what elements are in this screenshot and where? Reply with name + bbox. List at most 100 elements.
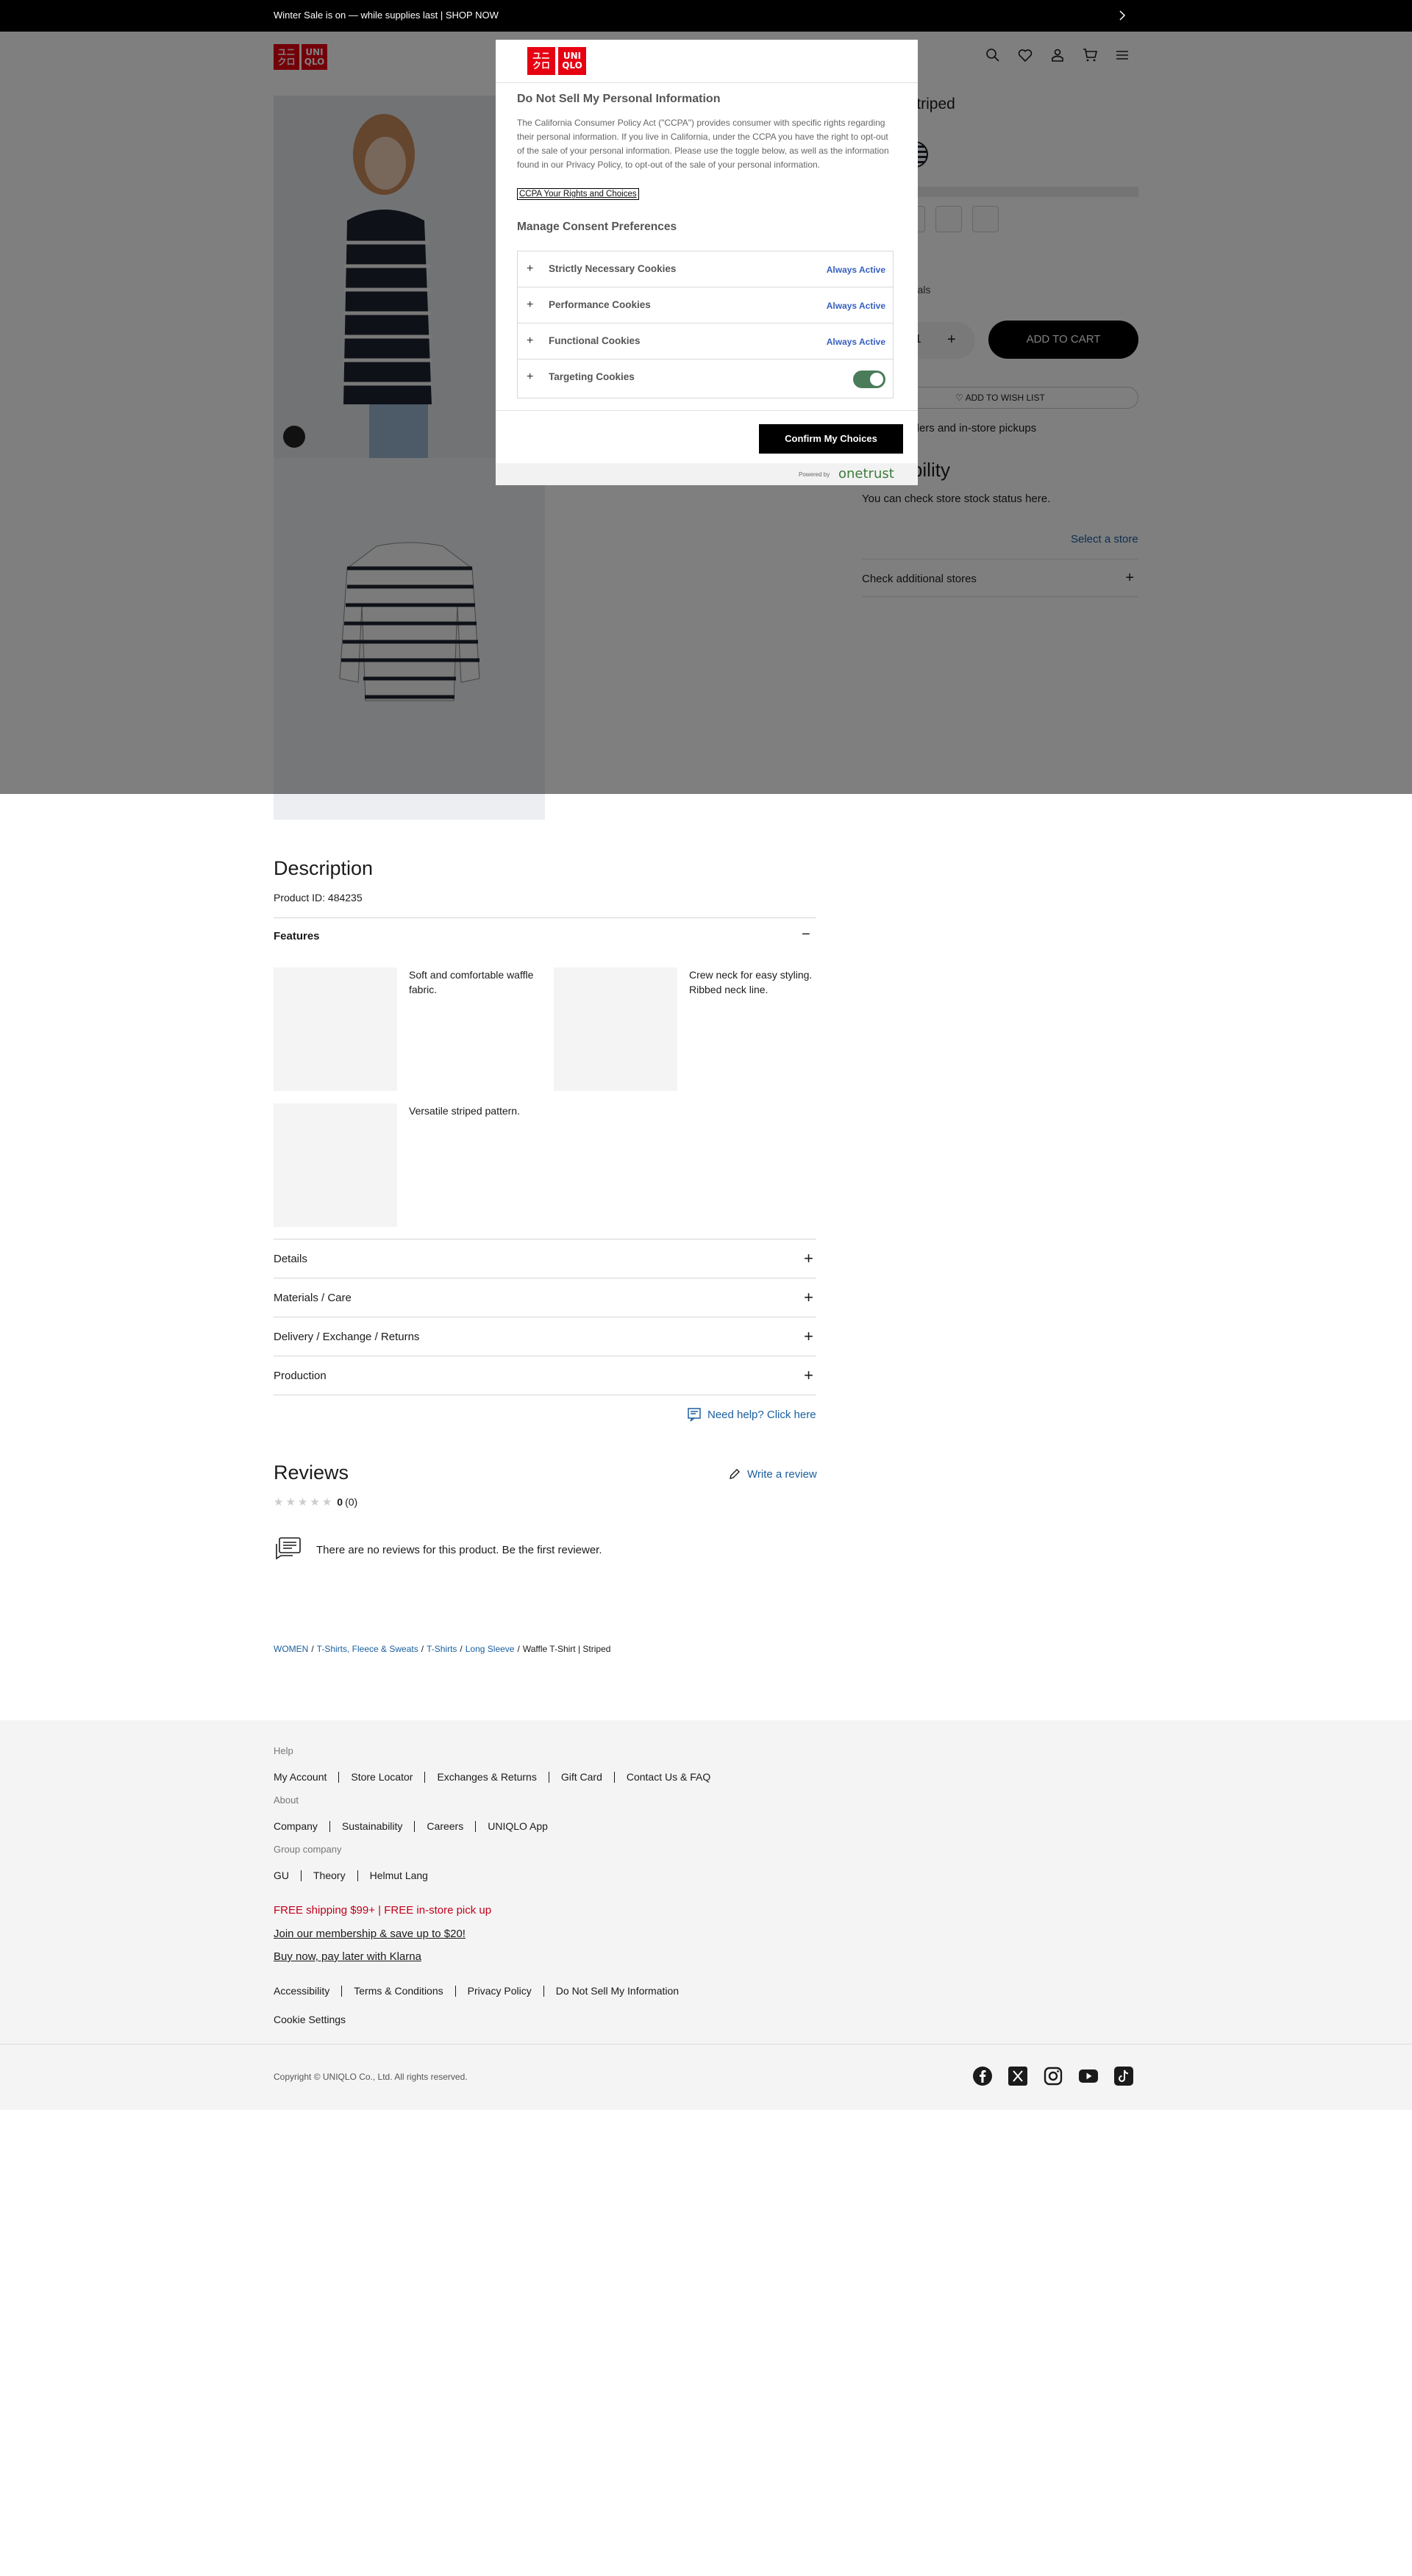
expand-plus-icon[interactable]: + [527,262,533,276]
footer-legal-links: Accessibility Terms & Conditions Privacy… [274,1986,691,1997]
footer-link[interactable]: My Account [274,1772,338,1783]
logo-katakana: ユニ クロ [527,47,555,75]
powered-by-bar: Powered by onetrust [496,463,918,485]
feature-image [554,967,677,1091]
ccpa-rights-link[interactable]: CCPA Your Rights and Choices [517,188,639,200]
footer-group-links: GU Theory Helmut Lang [274,1870,440,1881]
modal-title: Do Not Sell My Personal Information [517,93,721,105]
always-active-label: Always Active [826,265,885,275]
feature-image [274,967,397,1091]
divider [496,82,918,83]
breadcrumb-link[interactable]: WOMEN [274,1644,308,1654]
facebook-icon[interactable] [972,2066,993,2086]
footer-link[interactable]: Helmut Lang [357,1870,440,1881]
accordion-materials-care[interactable]: Materials / Care + [274,1278,816,1317]
product-id: Product ID: 484235 [274,892,363,904]
collapse-minus-icon[interactable]: − [802,926,810,943]
powered-by-label: Powered by [799,471,830,478]
plus-icon: + [804,1366,813,1384]
expand-plus-icon[interactable]: + [527,298,533,312]
cookie-settings-link[interactable]: Cookie Settings [274,2014,346,2025]
x-twitter-icon[interactable] [1008,2066,1028,2086]
footer-link[interactable]: Do Not Sell My Information [543,1986,691,1997]
description-title: Description [274,857,374,879]
cookie-row-performance[interactable]: + Performance Cookies Always Active [518,287,893,323]
modal-logo: ユニ クロ UNI QLO [527,47,586,75]
footer-link[interactable]: Accessibility [274,1986,341,1997]
write-review-link[interactable]: Write a review [728,1467,817,1481]
klarna-promo[interactable]: Buy now, pay later with Klarna [274,1950,421,1963]
plus-icon: + [804,1327,813,1345]
write-review-label: Write a review [747,1467,817,1481]
features-heading[interactable]: Features [274,930,320,942]
breadcrumb-current: Waffle T-Shirt | Striped [522,1644,611,1654]
breadcrumb-link[interactable]: T-Shirts, Fleece & Sweats [317,1644,418,1654]
footer-link[interactable]: Terms & Conditions [341,1986,454,1997]
targeting-toggle[interactable] [853,371,885,388]
star-icon: ★ [274,1496,284,1509]
breadcrumb-link[interactable]: Long Sleeve [466,1644,515,1654]
star-icon: ★ [310,1496,320,1509]
expand-plus-icon[interactable]: + [527,371,533,384]
instagram-icon[interactable] [1043,2066,1063,2086]
footer-link[interactable]: Exchanges & Returns [424,1772,548,1783]
breadcrumb: WOMEN / T-Shirts, Fleece & Sweats / T-Shir… [274,1644,610,1654]
footer-link[interactable]: Careers [414,1821,475,1832]
need-help-label: Need help? Click here [707,1408,816,1421]
manage-preferences-title: Manage Consent Preferences [517,221,677,233]
modal-description: The California Consumer Policy Act ("CCP… [517,118,889,170]
accordion-label: Details [274,1253,307,1265]
pencil-icon [730,1469,740,1479]
accordion-production[interactable]: Production + [274,1356,816,1395]
copyright: Copyright © UNIQLO Co., Ltd. All rights … [274,2072,468,2082]
footer-link[interactable]: Privacy Policy [454,1986,543,1997]
reviews-title: Reviews [274,1461,349,1484]
accordion-delivery[interactable]: Delivery / Exchange / Returns + [274,1317,816,1356]
accordion-label: Materials / Care [274,1292,352,1304]
cookie-row-functional[interactable]: + Functional Cookies Always Active [518,323,893,359]
rating-stars: ★ ★ ★ ★ ★ 0 (0) [274,1495,357,1509]
footer-link[interactable]: UNIQLO App [475,1821,560,1832]
breadcrumb-link[interactable]: T-Shirts [427,1644,457,1654]
footer-link[interactable]: Gift Card [548,1772,614,1783]
accordion-details[interactable]: Details + [274,1239,816,1278]
accordion-label: Delivery / Exchange / Returns [274,1331,420,1343]
expand-plus-icon[interactable]: + [527,334,533,348]
chevron-right-icon[interactable] [1115,7,1130,24]
always-active-label: Always Active [826,337,885,347]
cookie-label: Performance Cookies [549,299,651,310]
plus-icon: + [804,1249,813,1267]
tiktok-icon[interactable] [1113,2066,1134,2086]
feature-item: Soft and comfortable waffle fabric. [274,967,541,1091]
announcement-link[interactable]: Winter Sale is on — while supplies last … [274,10,499,21]
cookie-row-targeting[interactable]: + Targeting Cookies [518,359,893,398]
social-links [972,2066,1134,2086]
cookie-categories: + Strictly Necessary Cookies Always Acti… [517,251,894,398]
review-bubble-icon [276,1537,301,1560]
no-reviews-text: There are no reviews for this product. B… [316,1543,602,1556]
separator: / [421,1644,424,1654]
rating-value: 0 [337,1496,343,1508]
footer-link[interactable]: GU [274,1870,301,1881]
footer-link[interactable]: Sustainability [329,1821,415,1832]
youtube-icon[interactable] [1078,2066,1099,2086]
cookie-label: Strictly Necessary Cookies [549,263,677,274]
star-icon: ★ [321,1496,332,1509]
footer-link[interactable]: Contact Us & FAQ [613,1772,722,1783]
separator: / [460,1644,463,1654]
footer-link[interactable]: Store Locator [338,1772,424,1783]
free-shipping-promo[interactable]: FREE shipping $99+ | FREE in-store pick … [274,1904,491,1917]
footer-about-heading: About [274,1795,299,1806]
onetrust-logo[interactable]: onetrust [838,466,894,482]
star-icon: ★ [285,1496,296,1509]
footer-help-heading: Help [274,1745,293,1756]
footer-link[interactable]: Theory [301,1870,357,1881]
cookie-row-strictly-necessary[interactable]: + Strictly Necessary Cookies Always Acti… [518,251,893,287]
membership-promo[interactable]: Join our membership & save up to $20! [274,1928,466,1940]
feature-text: Versatile striped pattern. [409,1105,520,1117]
plus-icon: + [804,1288,813,1306]
need-help-link[interactable]: Need help? Click here [687,1407,816,1422]
confirm-choices-button[interactable]: Confirm My Choices [759,424,903,454]
separator: / [517,1644,520,1654]
footer-link[interactable]: Company [274,1821,329,1832]
